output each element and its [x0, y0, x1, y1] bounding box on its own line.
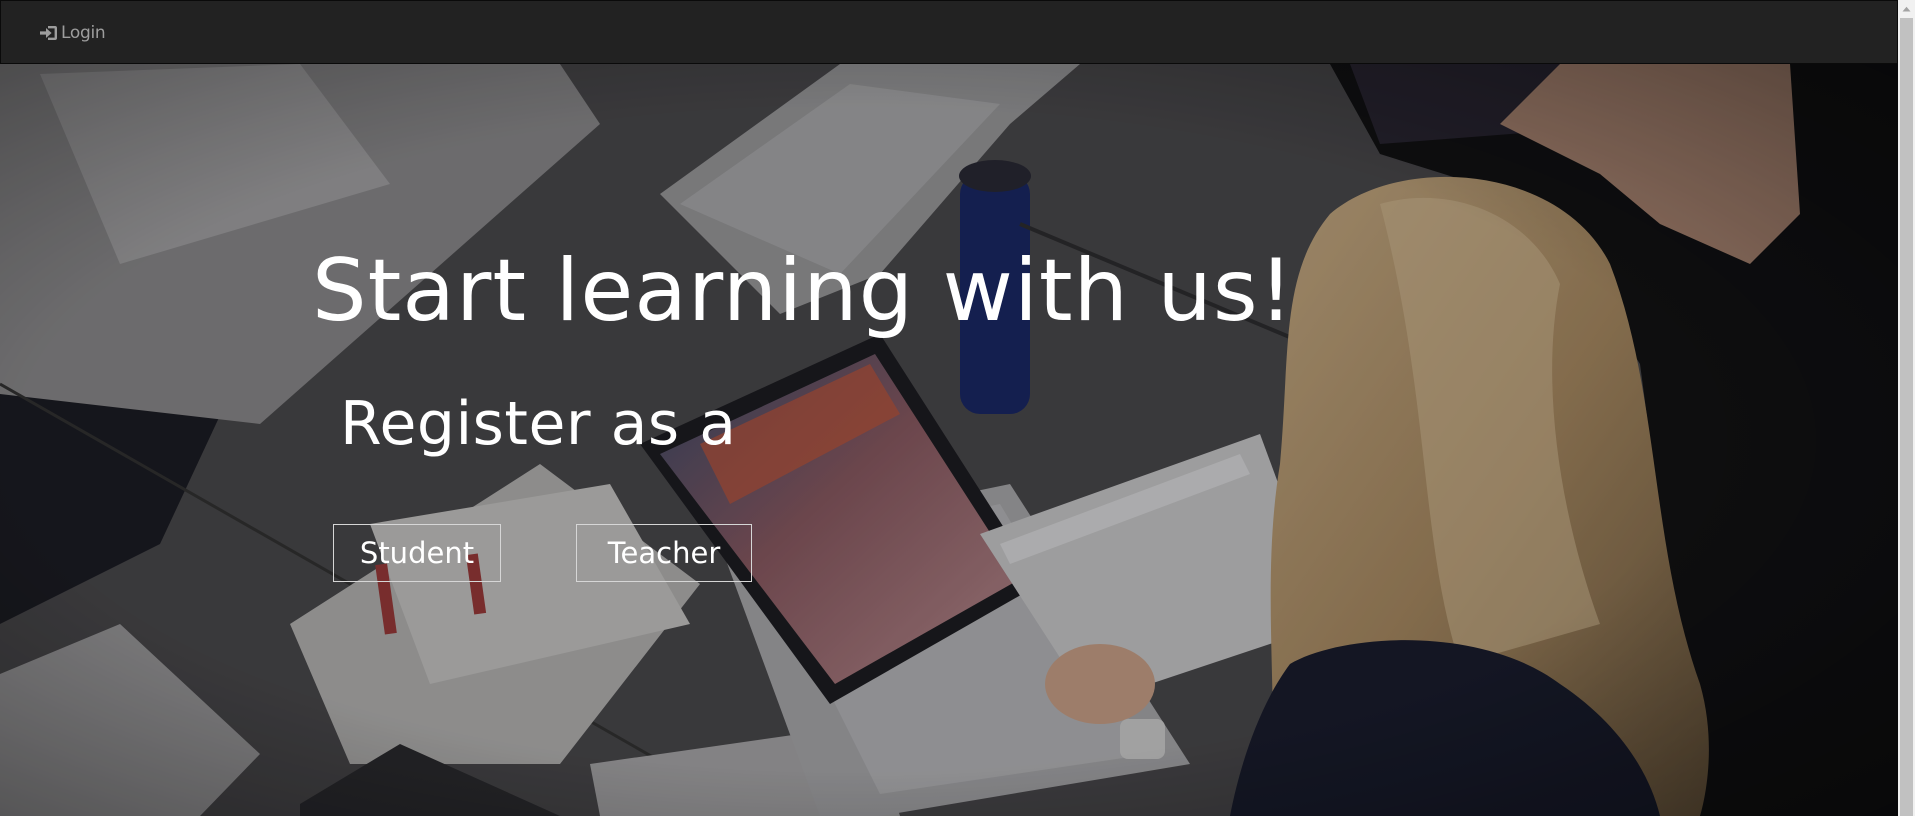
hero-subheadline: Register as a	[340, 389, 737, 459]
register-student-button[interactable]: Student	[333, 524, 501, 582]
register-teacher-button[interactable]: Teacher	[576, 524, 752, 582]
hero-headline: Start learning with us!	[312, 241, 1295, 341]
login-link[interactable]: Login	[39, 23, 106, 43]
hero-section	[0, 64, 1898, 816]
navbar: Login	[0, 0, 1898, 64]
login-label: Login	[61, 23, 106, 43]
hero-overlay	[0, 64, 1898, 816]
vertical-scrollbar[interactable]	[1898, 0, 1915, 816]
page: Login Start learning with us! Register a…	[0, 0, 1915, 816]
scrollbar-thumb[interactable]	[1900, 18, 1913, 816]
sign-in-icon	[39, 24, 59, 42]
scroll-up-arrow-icon[interactable]	[1898, 0, 1915, 17]
